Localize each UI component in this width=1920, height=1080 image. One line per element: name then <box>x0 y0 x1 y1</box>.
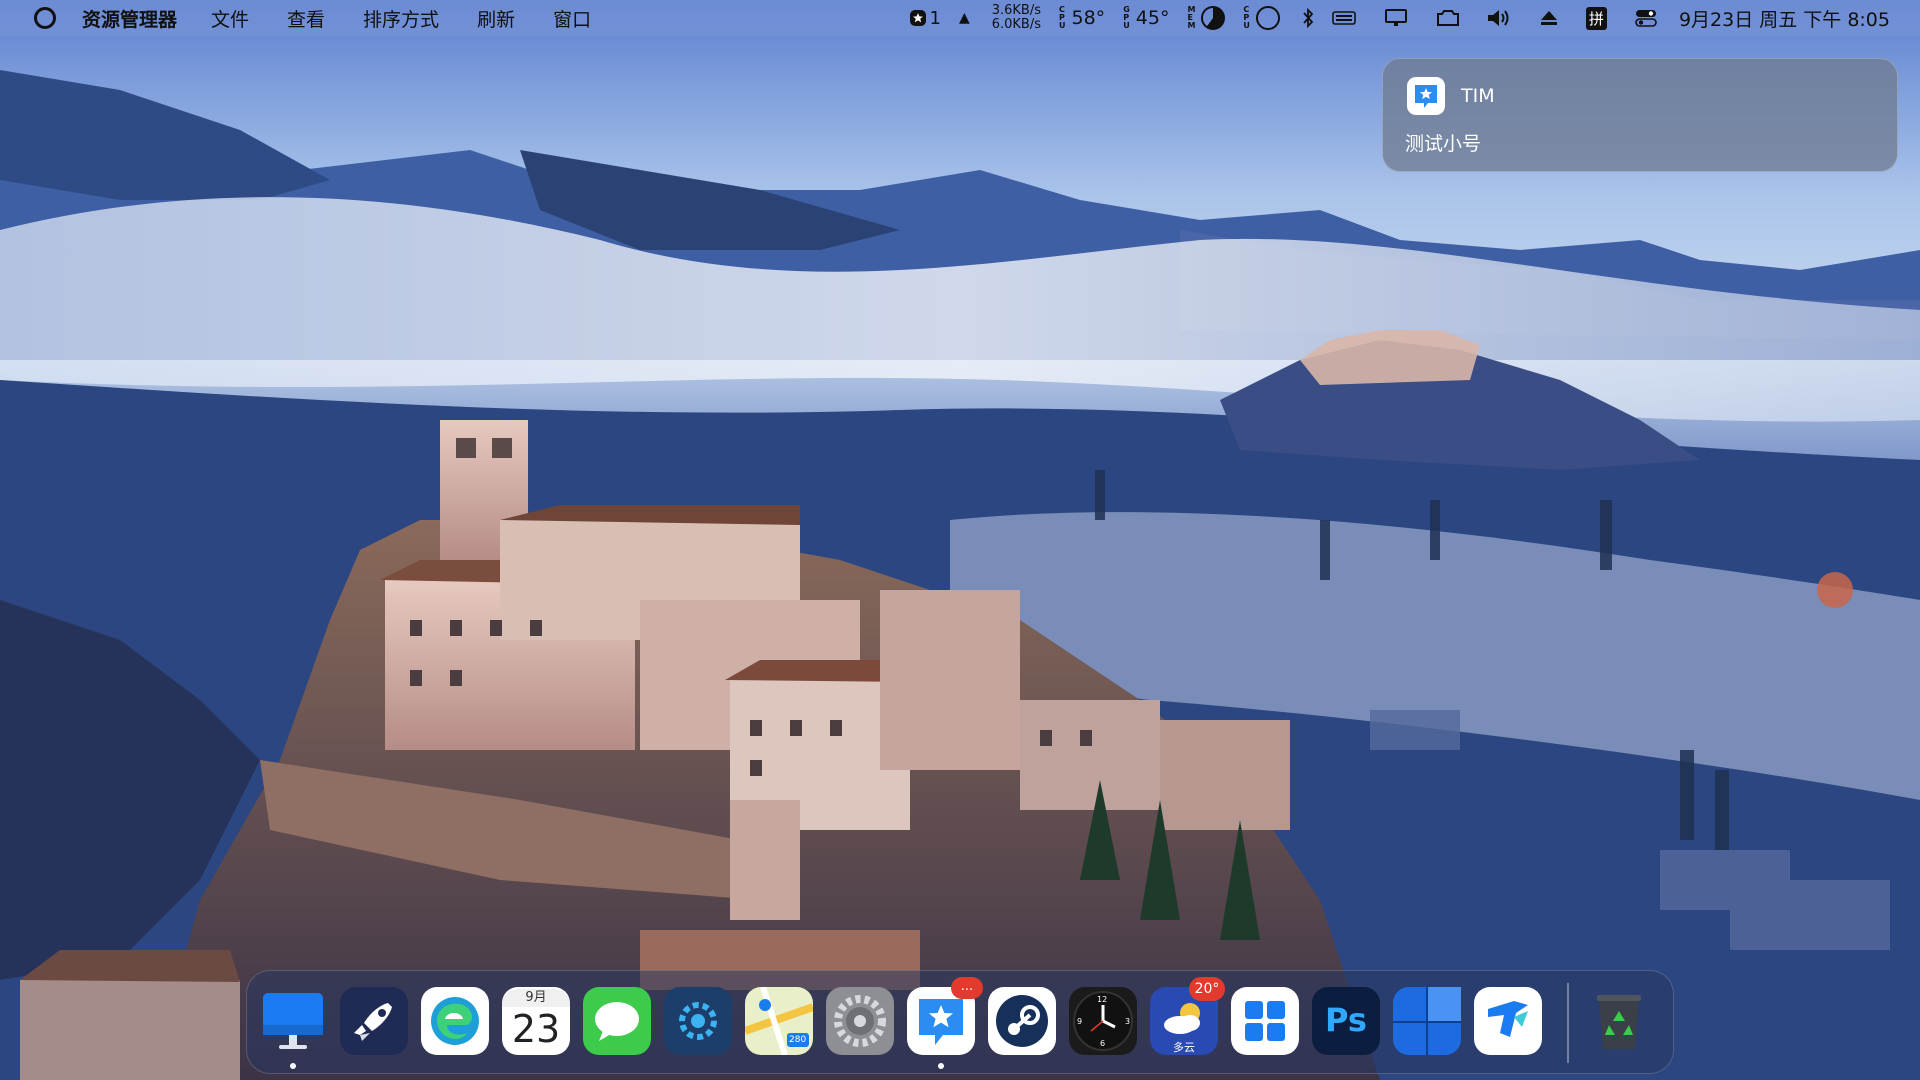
notification-message: 测试小号 <box>1405 133 1482 155</box>
volume-icon[interactable] <box>1486 8 1512 28</box>
steam-icon <box>996 995 1048 1047</box>
weather-temp-badge: 20° <box>1189 977 1225 1001</box>
dock-trash[interactable] <box>1585 987 1653 1055</box>
display-icon[interactable] <box>1384 8 1408 28</box>
updown-arrows-icon[interactable]: ▲ <box>959 10 970 26</box>
memory-usage-item[interactable]: MEM <box>1187 5 1226 30</box>
photoshop-logo: Ps <box>1325 1001 1367 1039</box>
computer-icon <box>263 993 323 1049</box>
dock-window-manager[interactable] <box>1393 987 1461 1055</box>
menu-bar: 资源管理器 文件 查看 排序方式 刷新 窗口 1 ▲ 3.6KB/s 6.0KB… <box>0 0 1920 36</box>
dock-system-preferences[interactable] <box>826 987 894 1055</box>
tim-star-icon <box>910 10 927 26</box>
clock-hour-9: 9 <box>1077 1017 1083 1026</box>
clock-hour-3: 3 <box>1125 1017 1131 1026</box>
dock-maps[interactable]: 280 <box>743 986 815 1056</box>
bluetooth-icon[interactable] <box>1302 8 1314 28</box>
network-speed[interactable]: 3.6KB/s 6.0KB/s <box>992 4 1041 32</box>
running-indicator <box>290 1063 296 1069</box>
memory-pie-icon <box>1201 6 1226 30</box>
tencent-docs-icon <box>1488 1001 1528 1037</box>
edge-browser-icon <box>431 997 479 1045</box>
notification-title: TIM <box>1461 85 1495 107</box>
gpu-temp-value: 45° <box>1135 7 1170 29</box>
net-up-speed: 3.6KB/s <box>991 3 1041 18</box>
dock-start-menu[interactable] <box>1231 987 1299 1055</box>
dock-separator <box>1567 983 1569 1063</box>
cpu-usage-label: CPU <box>1243 5 1250 30</box>
map-route-label: 280 <box>789 1035 807 1045</box>
weather-condition: 多云 <box>1173 1041 1195 1054</box>
menubar-clock[interactable]: 9月23日 周五 下午 8:05 <box>1679 5 1890 32</box>
windows-logo-icon <box>1245 1001 1285 1041</box>
calendar-month: 9月 <box>502 989 570 1007</box>
cpu-temp-value: 58° <box>1071 7 1106 29</box>
input-method-item[interactable]: 拼 <box>1585 6 1607 30</box>
dock-finder[interactable] <box>259 987 327 1055</box>
dock-calendar[interactable]: 9月 23 <box>502 987 570 1055</box>
gear-person-icon <box>679 1002 717 1040</box>
tim-notification-badge: ... <box>951 977 983 999</box>
dock-utility-app[interactable] <box>664 987 732 1055</box>
dock-messages[interactable] <box>583 987 651 1055</box>
cpu-usage-item[interactable]: CPU <box>1243 6 1280 30</box>
dock-photoshop[interactable]: Ps <box>1312 987 1380 1055</box>
system-menu-icon[interactable] <box>34 7 56 29</box>
calendar-day: 23 <box>511 1007 561 1051</box>
cpu-ring-icon <box>1255 6 1280 30</box>
dock-steam[interactable] <box>988 987 1056 1055</box>
mem-label: MEM <box>1187 5 1196 30</box>
cpu-temp-item[interactable]: CPU 58° <box>1059 6 1105 30</box>
clock-hour-12: 12 <box>1097 995 1108 1004</box>
dock-edge[interactable] <box>421 987 489 1055</box>
menu-sort[interactable]: 排序方式 <box>363 5 439 32</box>
gpu-label: GPU <box>1123 5 1130 30</box>
net-down-speed: 6.0KB/s <box>991 17 1041 32</box>
clock-hour-6: 6 <box>1100 1039 1106 1048</box>
running-indicator <box>938 1063 944 1069</box>
menu-view[interactable]: 查看 <box>287 5 325 32</box>
menu-app-name[interactable]: 资源管理器 <box>82 5 177 32</box>
gpu-temp-item[interactable]: GPU 45° <box>1123 6 1169 30</box>
cpu-label: CPU <box>1059 5 1066 30</box>
eject-icon[interactable] <box>1540 10 1558 26</box>
dock-launchpad[interactable] <box>340 987 408 1055</box>
menu-refresh[interactable]: 刷新 <box>477 5 515 32</box>
input-method-label: 拼 <box>1585 6 1607 30</box>
dock: 9月 23 280 ... 12 3 6 9 多云 20° Ps <box>246 970 1674 1074</box>
notification-banner[interactable]: TIM 测试小号 <box>1382 58 1898 172</box>
message-bubble-icon <box>595 1002 639 1041</box>
dock-clock[interactable]: 12 3 6 9 <box>1069 987 1137 1055</box>
gear-icon <box>834 995 886 1047</box>
dock-tencent-docs[interactable] <box>1474 987 1542 1055</box>
tim-badge-count: 1 <box>929 7 941 29</box>
keyboard-icon[interactable] <box>1332 10 1356 26</box>
tim-status-item[interactable]: 1 <box>909 7 941 29</box>
split-window-icon <box>1393 987 1461 1055</box>
menu-file[interactable]: 文件 <box>211 5 249 32</box>
control-center-icon[interactable] <box>1635 8 1657 28</box>
menu-window[interactable]: 窗口 <box>553 5 591 32</box>
tim-app-icon <box>1407 77 1445 115</box>
recycle-bin-icon <box>1597 995 1641 1049</box>
rocket-icon <box>354 1003 392 1041</box>
screen-capture-icon[interactable] <box>1436 8 1460 28</box>
